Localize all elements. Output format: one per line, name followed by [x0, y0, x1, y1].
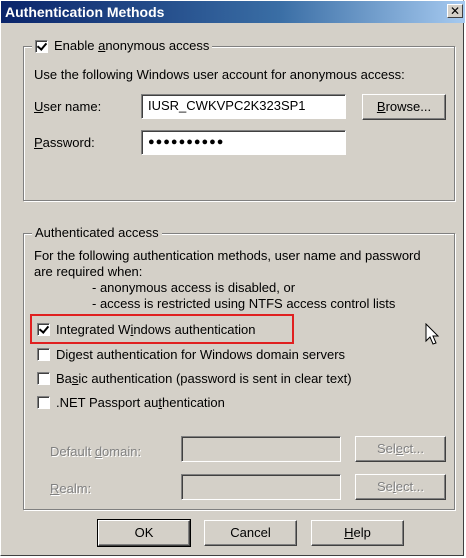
- bullet-ntfs-restricted: - access is restricted using NTFS access…: [92, 296, 396, 311]
- digest-auth-label[interactable]: Digest authentication for Windows domain…: [56, 347, 345, 362]
- integrated-auth-highlight-box: [30, 314, 294, 344]
- close-icon: ✕: [449, 4, 461, 18]
- bullet-anonymous-disabled: - anonymous access is disabled, or: [92, 280, 296, 295]
- authenticated-access-legend: Authenticated access: [32, 225, 162, 241]
- mouse-pointer-icon: [425, 323, 440, 345]
- browse-button[interactable]: Browse...: [362, 94, 446, 120]
- dialog-title: Authentication Methods: [5, 4, 165, 20]
- digest-auth-option[interactable]: Digest authentication for Windows domain…: [37, 347, 345, 362]
- default-domain-input[interactable]: [181, 436, 341, 462]
- basic-auth-label[interactable]: Basic authentication (password is sent i…: [56, 371, 352, 386]
- basic-auth-option[interactable]: Basic authentication (password is sent i…: [37, 371, 352, 386]
- anonymous-access-legend: Enable anonymous access: [32, 38, 213, 54]
- realm-input[interactable]: [181, 474, 341, 500]
- anonymous-access-group: Enable anonymous access Use the followin…: [23, 38, 455, 201]
- passport-auth-option[interactable]: .NET Passport authentication: [37, 395, 225, 410]
- close-button[interactable]: ✕: [447, 4, 463, 18]
- cancel-button[interactable]: Cancel: [204, 520, 297, 546]
- help-button[interactable]: Help: [311, 520, 404, 546]
- select-default-domain-button[interactable]: Select...: [355, 436, 446, 462]
- realm-label: Realm:: [50, 481, 92, 496]
- default-domain-label: Default domain:: [50, 444, 142, 459]
- authenticated-access-group: Authenticated access For the following a…: [23, 225, 455, 510]
- username-label: User name:: [34, 99, 102, 114]
- enable-anonymous-label[interactable]: Enable anonymous access: [54, 38, 209, 54]
- password-input[interactable]: ●●●●●●●●●●: [141, 130, 346, 155]
- username-input[interactable]: IUSR_CWKVPC2K323SP1: [141, 94, 346, 119]
- digest-auth-checkbox[interactable]: [37, 348, 50, 361]
- passport-auth-label[interactable]: .NET Passport authentication: [56, 395, 225, 410]
- passport-auth-checkbox[interactable]: [37, 396, 50, 409]
- ok-button[interactable]: OK: [97, 519, 191, 547]
- authenticated-intro-line1: For the following authentication methods…: [34, 248, 421, 263]
- basic-auth-checkbox[interactable]: [37, 372, 50, 385]
- password-label: Password:: [34, 135, 95, 150]
- authentication-methods-dialog: Authentication Methods ✕ Enable anonymou…: [0, 0, 465, 556]
- select-realm-button[interactable]: Select...: [355, 474, 446, 500]
- title-bar[interactable]: Authentication Methods ✕: [1, 1, 465, 23]
- anonymous-description: Use the following Windows user account f…: [34, 67, 405, 82]
- authenticated-intro-line2: are required when:: [34, 264, 143, 279]
- enable-anonymous-checkbox[interactable]: [35, 39, 48, 53]
